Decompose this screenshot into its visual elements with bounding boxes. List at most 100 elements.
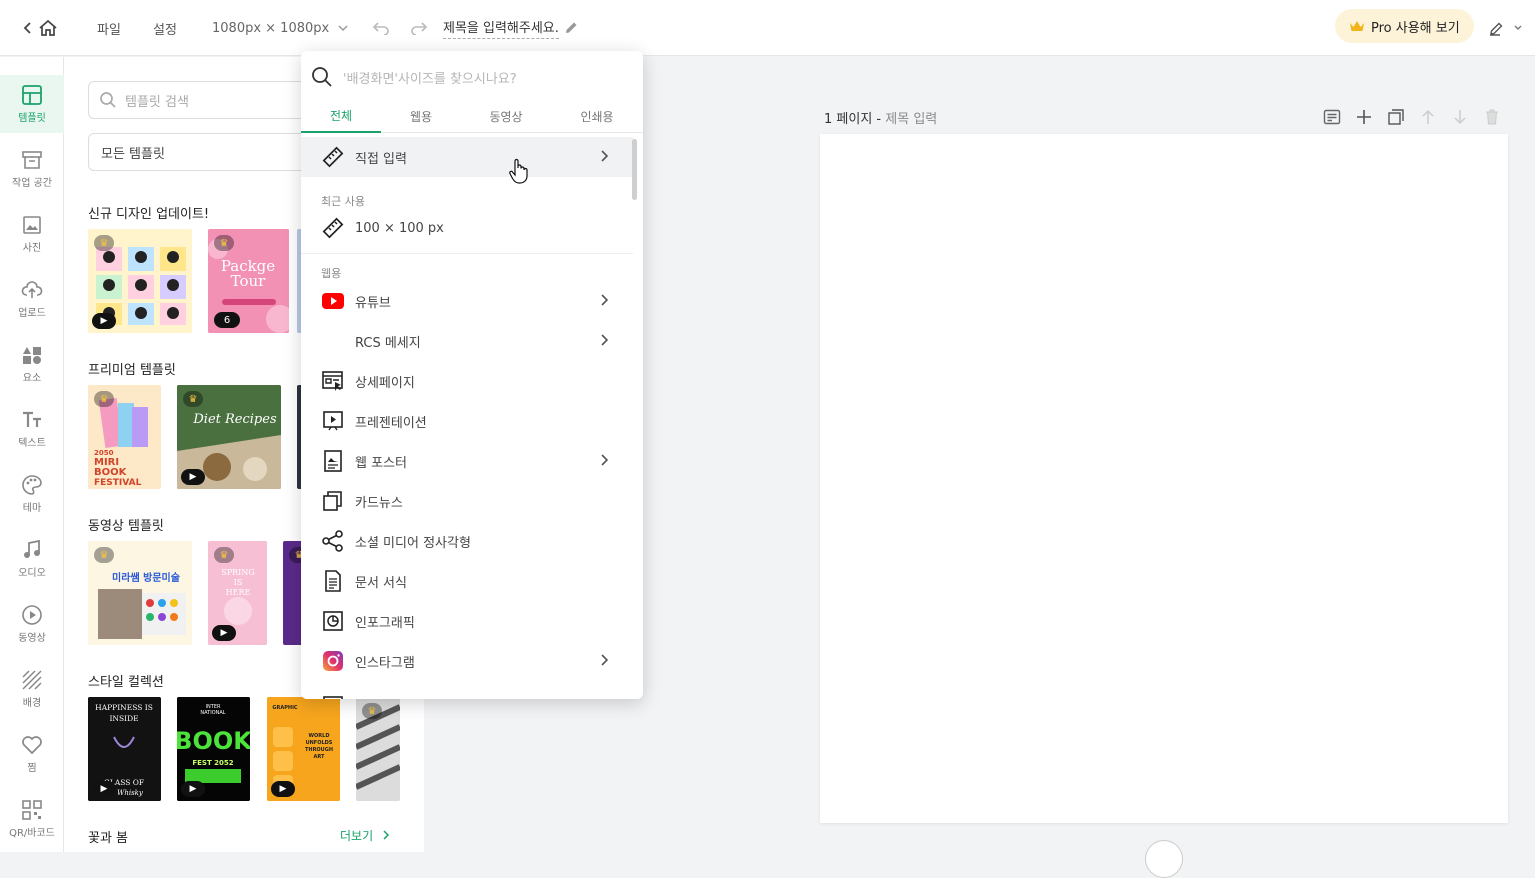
thumb-text: HERE <box>226 588 251 597</box>
rail-item-elements[interactable]: 요소 <box>0 335 64 393</box>
design-canvas[interactable] <box>820 134 1508 823</box>
document-title-text: 제목을 입력해주세요. <box>443 17 559 39</box>
size-item-card-news[interactable]: 카드뉴스 <box>301 481 633 521</box>
size-item-presentation[interactable]: 프레젠테이션 <box>301 401 633 441</box>
redo-icon[interactable] <box>410 0 428 56</box>
size-item-label: 100 × 100 px <box>355 220 444 236</box>
rail-label: 작업 공간 <box>12 178 52 189</box>
template-icon <box>22 85 42 105</box>
thumb-text: Diet Recipes <box>192 412 277 427</box>
size-item-rcs[interactable]: RCS 메세지 <box>301 321 633 361</box>
template-thumbnail[interactable]: 미라쌤 방문미술 ♛ <box>88 541 192 645</box>
ruler-icon <box>321 145 345 169</box>
pro-trial-button[interactable]: Pro 사용해 보기 <box>1335 9 1474 43</box>
rail-item-background[interactable]: 배경 <box>0 660 64 718</box>
music-icon <box>24 539 40 558</box>
chevron-down-icon <box>1514 25 1522 30</box>
side-rail: 템플릿 작업 공간 사진 업로드 요소 텍스트 테마 오디오 동영상 배경 찜 <box>0 57 64 852</box>
rail-item-audio[interactable]: 오디오 <box>0 530 64 588</box>
size-item-partial[interactable] <box>301 681 633 699</box>
rail-item-qr[interactable]: QR/바코드 <box>0 790 64 848</box>
template-thumbnail[interactable]: SPRING IS HERE ♛ ▶ <box>208 541 267 645</box>
size-search-input[interactable]: '배경화면'사이즈를 찾으시나요? <box>311 61 633 93</box>
size-item-label: 소셜 미디어 정사각형 <box>355 535 471 551</box>
rail-item-favorites[interactable]: 찜 <box>0 725 64 783</box>
settings-menu[interactable]: 설정 <box>153 0 177 56</box>
page-title-input[interactable]: 제목 입력 <box>885 112 937 127</box>
size-item-recent[interactable]: 100 × 100 px <box>301 208 633 248</box>
instagram-icon <box>321 649 345 673</box>
section-title: 스타일 컬렉션 <box>88 675 164 690</box>
duplicate-page-icon[interactable] <box>1385 106 1407 128</box>
tab-print[interactable]: 인쇄용 <box>551 99 643 133</box>
template-thumbnail[interactable]: ♛ <box>356 697 400 801</box>
template-thumbnail[interactable]: ♛ ▶ <box>88 229 192 333</box>
back-chevron-icon[interactable] <box>22 0 34 56</box>
upload-icon <box>21 281 43 298</box>
template-thumbnail[interactable]: Packge Tour ♛ 6 <box>208 229 289 333</box>
dropdown-scrollbar[interactable] <box>632 139 637 200</box>
rail-item-video[interactable]: 동영상 <box>0 595 64 653</box>
crown-icon <box>1350 21 1364 31</box>
rail-item-theme[interactable]: 테마 <box>0 465 64 523</box>
size-item-document[interactable]: 문서 서식 <box>301 561 633 601</box>
video-play-icon: ▶ <box>212 625 236 641</box>
size-item-youtube[interactable]: 유튜브 <box>301 281 633 321</box>
thumb-text: Tour <box>231 272 267 290</box>
infographic-icon <box>321 609 345 633</box>
template-thumbnail[interactable]: 2050 MIRI BOOK FESTIVAL ♛ <box>88 385 161 489</box>
chevron-right-icon <box>601 654 609 666</box>
move-down-icon[interactable] <box>1449 106 1471 128</box>
template-thumbnail[interactable]: Diet Recipes ♛ ▶ <box>177 385 281 489</box>
tab-web[interactable]: 웹용 <box>381 99 461 133</box>
premium-crown-icon: ♛ <box>94 391 114 407</box>
rail-item-upload[interactable]: 업로드 <box>0 270 64 328</box>
share-icon <box>321 529 345 553</box>
size-item-infographic[interactable]: 인포그래픽 <box>301 601 633 641</box>
rail-label: 찜 <box>27 763 37 774</box>
template-thumbnail[interactable]: HAPPINESS IS INSIDE GLASS OF Whisky ▶ <box>88 697 161 801</box>
video-play-icon: ▶ <box>181 781 205 797</box>
size-item-custom[interactable]: 직접 입력 <box>301 137 633 177</box>
document-title[interactable]: 제목을 입력해주세요. <box>443 0 579 56</box>
section-title: 프리미엄 템플릿 <box>88 363 176 378</box>
rail-item-workspace[interactable]: 작업 공간 <box>0 140 64 198</box>
size-item-social-square[interactable]: 소셜 미디어 정사각형 <box>301 521 633 561</box>
youtube-icon <box>321 289 345 313</box>
thumb-text: UNFOLDS <box>306 740 333 746</box>
search-icon <box>312 67 332 87</box>
see-more-link[interactable]: 더보기 <box>340 827 391 844</box>
thumb-text: 미라쌤 방문미술 <box>112 571 180 584</box>
premium-crown-icon: ♛ <box>94 547 114 563</box>
canvas-size-select[interactable]: 1080px × 1080px <box>212 0 349 56</box>
size-item-label: 프레젠테이션 <box>355 415 427 431</box>
size-item-label: 인스타그램 <box>355 655 415 671</box>
delete-page-icon[interactable] <box>1481 106 1503 128</box>
rail-item-template[interactable]: 템플릿 <box>0 75 64 133</box>
thumb-text: 2050 <box>94 449 114 457</box>
size-item-web-poster[interactable]: 웹 포스터 <box>301 441 633 481</box>
cut-off-icon <box>321 689 345 699</box>
size-item-detail-page[interactable]: 상세페이지 <box>301 361 633 401</box>
premium-crown-icon: ♛ <box>94 235 114 251</box>
file-menu[interactable]: 파일 <box>97 0 121 56</box>
thumb-text: FESTIVAL <box>94 478 142 488</box>
text-icon <box>23 411 41 427</box>
template-thumbnail[interactable]: GRAPHIC WORLD UNFOLDS THROUGH ART ▶ <box>267 697 340 801</box>
home-icon[interactable] <box>38 0 58 56</box>
search-icon <box>100 92 116 108</box>
template-thumbnail[interactable]: INTER NATIONAL BOOK FEST 2052 ▶ <box>177 697 250 801</box>
undo-icon[interactable] <box>372 0 390 56</box>
page-count-badge: 6 <box>214 312 240 328</box>
add-page-circle-button[interactable] <box>1145 840 1183 878</box>
rail-item-text[interactable]: 텍스트 <box>0 400 64 458</box>
pencil-icon <box>565 22 577 33</box>
add-page-icon[interactable] <box>1353 106 1375 128</box>
rail-item-photo[interactable]: 사진 <box>0 205 64 263</box>
page-memo-icon[interactable] <box>1321 106 1343 128</box>
move-up-icon[interactable] <box>1417 106 1439 128</box>
tab-video[interactable]: 동영상 <box>461 99 551 133</box>
tab-all[interactable]: 전체 <box>301 99 381 133</box>
edit-mode-icon[interactable] <box>1489 0 1523 56</box>
size-item-instagram[interactable]: 인스타그램 <box>301 641 633 681</box>
